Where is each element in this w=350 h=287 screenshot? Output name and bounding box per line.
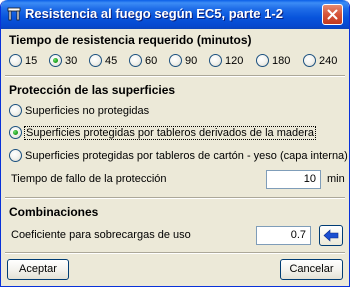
radio-circle	[303, 54, 316, 67]
failure-time-label: Tiempo de fallo de la protección	[11, 173, 167, 185]
radio-circle	[209, 54, 222, 67]
dialog-window: Resistencia al fuego según EC5, parte 1-…	[0, 0, 350, 287]
radio-gypsum-panels[interactable]: Superficies protegidas por tableros de c…	[9, 149, 348, 162]
radio-time-45[interactable]: 45	[89, 54, 117, 67]
protection-heading: Protección de las superficies	[9, 83, 176, 97]
radio-time-15[interactable]: 15	[9, 54, 37, 67]
radio-circle	[169, 54, 182, 67]
close-icon	[327, 9, 338, 20]
close-button[interactable]	[322, 4, 343, 25]
separator	[5, 75, 345, 77]
accept-button[interactable]: Aceptar	[7, 259, 69, 280]
radio-circle	[129, 54, 142, 67]
radio-circle-selected	[49, 54, 62, 67]
radio-time-120[interactable]: 120	[209, 54, 243, 67]
radio-circle	[9, 54, 22, 67]
radio-time-60[interactable]: 60	[129, 54, 157, 67]
radio-circle	[256, 54, 269, 67]
window-title: Resistencia al fuego según EC5, parte 1-…	[25, 6, 283, 21]
coef-label: Coeficiente para sobrecargas de uso	[11, 229, 191, 241]
failure-time-input[interactable]: 10	[266, 170, 321, 189]
radio-wood-panels[interactable]: Superficies protegidas por tableros deri…	[9, 125, 316, 140]
radio-circle	[89, 54, 102, 67]
failure-time-unit: min	[327, 173, 345, 185]
resistance-heading: Tiempo de resistencia requerido (minutos…	[9, 33, 252, 47]
combinations-heading: Combinaciones	[9, 205, 99, 219]
radio-time-30[interactable]: 30	[49, 54, 77, 67]
radio-time-240[interactable]: 240	[303, 54, 337, 67]
radio-time-90[interactable]: 90	[169, 54, 197, 67]
radio-unprotected[interactable]: Superficies no protegidas	[9, 104, 149, 117]
arrow-left-icon	[323, 229, 339, 242]
cancel-button[interactable]: Cancelar	[280, 259, 343, 280]
radio-time-180[interactable]: 180	[256, 54, 290, 67]
radio-circle	[9, 104, 22, 117]
radio-circle	[9, 149, 22, 162]
radio-circle-selected	[9, 126, 22, 139]
assign-coef-button[interactable]	[319, 225, 343, 246]
separator	[5, 252, 345, 254]
title-bar[interactable]: Resistencia al fuego según EC5, parte 1-…	[1, 0, 349, 29]
app-icon	[7, 7, 21, 21]
separator	[5, 197, 345, 199]
coef-input[interactable]: 0.7	[256, 226, 311, 245]
